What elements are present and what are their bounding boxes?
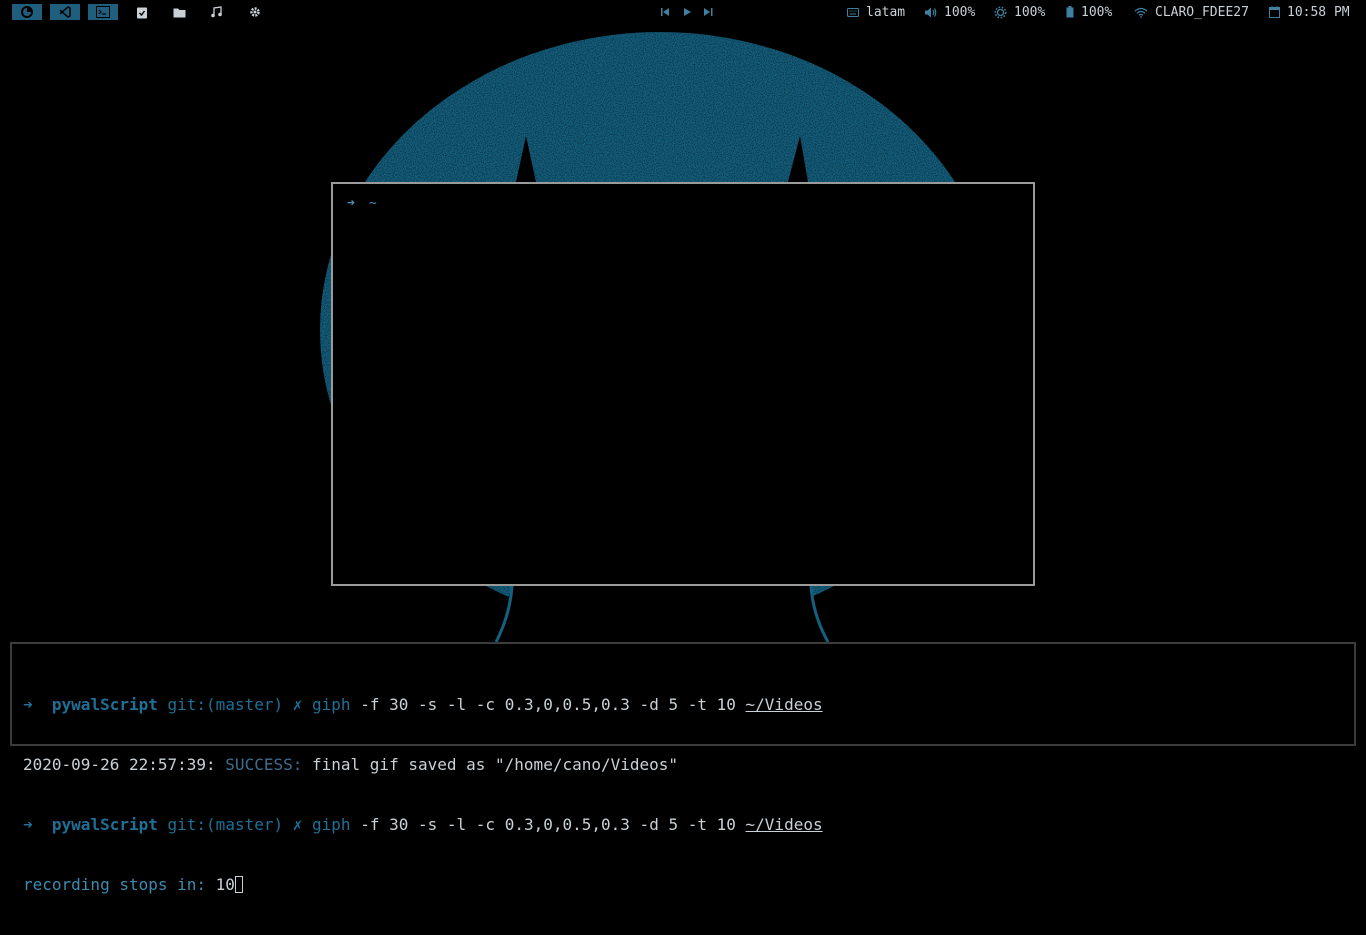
log-status: SUCCESS: bbox=[225, 755, 303, 774]
media-previous-button[interactable] bbox=[658, 5, 672, 19]
media-next-button[interactable] bbox=[701, 5, 715, 19]
command-path[interactable]: ~/Videos bbox=[746, 815, 823, 834]
previous-icon bbox=[660, 8, 669, 16]
workspace-vscode[interactable] bbox=[50, 4, 80, 20]
workspace-folder[interactable] bbox=[164, 4, 194, 20]
terminal-line: ➜ pywalScript git:(master) ✗ giph -f 30 … bbox=[23, 695, 823, 715]
music-icon bbox=[211, 6, 222, 18]
keyboard-layout-label: latam bbox=[866, 4, 906, 20]
battery-indicator[interactable]: 100% bbox=[1066, 0, 1112, 24]
log-timestamp: 2020-09-26 22:57:39: bbox=[23, 755, 216, 774]
terminal-line: ➜ pywalScript git:(master) ✗ giph -f 30 … bbox=[23, 815, 823, 835]
git-dirty-marker: ✗ bbox=[292, 815, 303, 834]
bottom-terminal-window[interactable]: ➜ pywalScript git:(master) ✗ giph -f 30 … bbox=[10, 642, 1356, 894]
terminal-cursor bbox=[234, 876, 243, 893]
battery-icon bbox=[1066, 6, 1074, 18]
wifi-icon bbox=[1134, 7, 1148, 18]
prompt-directory: pywalScript bbox=[51, 815, 158, 834]
workspace-tasks[interactable] bbox=[127, 4, 157, 20]
prompt-arrow: ➜ bbox=[23, 695, 33, 714]
folder-icon bbox=[173, 8, 185, 17]
git-branch: git:(master) bbox=[167, 815, 284, 834]
command-name: giph bbox=[312, 695, 351, 714]
git-dirty-marker: ✗ bbox=[292, 695, 303, 714]
brightness-value: 100% bbox=[1014, 4, 1046, 20]
wifi-indicator[interactable]: CLARO_FDEE27 bbox=[1134, 0, 1249, 24]
calendar-icon bbox=[1269, 6, 1280, 18]
workspace-settings[interactable] bbox=[240, 4, 270, 20]
git-branch: git:(master) bbox=[167, 695, 284, 714]
clock-time: 10:58 PM bbox=[1287, 4, 1350, 20]
play-icon bbox=[683, 8, 691, 16]
media-play-button[interactable] bbox=[680, 5, 694, 19]
terminal-output: ➜ pywalScript git:(master) ✗ giph -f 30 … bbox=[23, 655, 823, 935]
floating-terminal-prompt: ➜ ~ bbox=[347, 196, 377, 211]
recording-countdown-value: 10 bbox=[215, 875, 235, 894]
command-args: -f 30 -s -l -c 0.3,0,0.5,0.3 -d 5 -t 10 bbox=[360, 815, 736, 834]
prompt-arrow: ➜ bbox=[23, 815, 33, 834]
top-bar: latam 100% 100% 100% CLARO_FDEE27 10:58 … bbox=[0, 0, 1366, 24]
workspace-firefox[interactable] bbox=[12, 4, 42, 20]
prompt-arrow: ➜ bbox=[347, 196, 355, 211]
workspace-terminal[interactable] bbox=[88, 4, 118, 20]
next-icon bbox=[703, 8, 712, 16]
volume-indicator[interactable]: 100% bbox=[925, 0, 975, 24]
settings-icon bbox=[250, 7, 260, 17]
floating-terminal-window[interactable]: ➜ ~ bbox=[331, 182, 1035, 586]
terminal-line: recording stops in: 10 bbox=[23, 875, 823, 895]
firefox-icon bbox=[21, 6, 33, 18]
clock[interactable]: 10:58 PM bbox=[1269, 0, 1350, 24]
battery-value: 100% bbox=[1081, 4, 1113, 20]
volume-icon bbox=[925, 7, 937, 17]
volume-value: 100% bbox=[944, 4, 976, 20]
prompt-directory: ~ bbox=[368, 196, 377, 211]
brightness-icon bbox=[994, 6, 1007, 18]
workspace-music[interactable] bbox=[201, 4, 231, 20]
command-path[interactable]: ~/Videos bbox=[746, 695, 823, 714]
recording-countdown-label: recording stops in: bbox=[23, 875, 207, 894]
vscode-icon bbox=[59, 6, 71, 18]
keyboard-layout-indicator[interactable]: latam bbox=[847, 0, 905, 24]
tasks-icon bbox=[137, 7, 147, 18]
terminal-line: 2020-09-26 22:57:39: SUCCESS: final gif … bbox=[23, 755, 823, 775]
wifi-network-name: CLARO_FDEE27 bbox=[1155, 4, 1249, 20]
prompt-directory: pywalScript bbox=[51, 695, 158, 714]
terminal-icon bbox=[96, 6, 110, 18]
log-message: final gif saved as "/home/cano/Videos" bbox=[312, 755, 679, 774]
keyboard-icon bbox=[847, 7, 859, 17]
command-args: -f 30 -s -l -c 0.3,0,0.5,0.3 -d 5 -t 10 bbox=[360, 695, 736, 714]
command-name: giph bbox=[312, 815, 351, 834]
brightness-indicator[interactable]: 100% bbox=[994, 0, 1045, 24]
